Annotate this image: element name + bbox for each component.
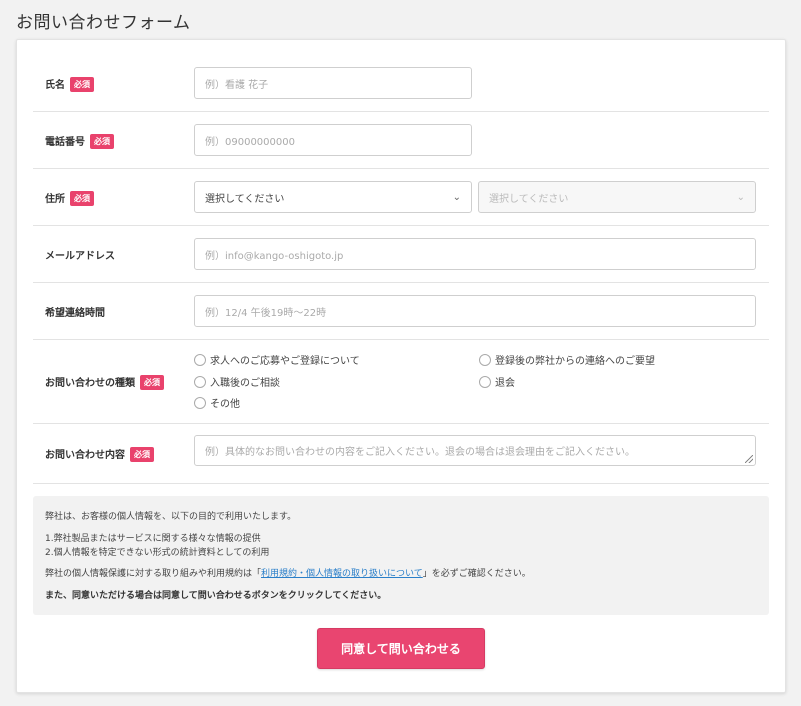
radio-circle[interactable] [479, 375, 491, 388]
radio-withdrawal[interactable]: 退会 [479, 374, 515, 389]
prefecture-select[interactable]: 選択してください ⌄ [194, 181, 472, 213]
radio-other[interactable]: その他 [194, 395, 240, 410]
radio-after-employment[interactable]: 入職後のご相談 [194, 374, 280, 389]
inquiry-type-label: お問い合わせの種類 必須 [45, 374, 164, 390]
contact-time-input[interactable]: 例）12/4 午後19時～22時 [194, 295, 756, 327]
agree-submit-button[interactable]: 同意して問い合わせる [317, 628, 485, 669]
privacy-purpose-1: 1.弊社製品またはサービスに関する様々な情報の提供 [45, 534, 261, 544]
chevron-down-icon: ⌄ [736, 191, 745, 203]
contact-form-card: 氏名 必須 例）看護 花子 電話番号 必須 例）09000000000 住所 必須 選… [16, 39, 786, 693]
page-title: お問い合わせフォーム [16, 13, 191, 33]
privacy-intro: 弊社は、お客様の個人情報を、以下の目的で利用いたします。 [45, 512, 297, 522]
inquiry-content-label: お問い合わせ内容 必須 [45, 446, 154, 462]
radio-circle[interactable] [194, 353, 206, 366]
radio-circle[interactable] [194, 375, 206, 388]
name-input[interactable]: 例）看護 花子 [194, 67, 472, 99]
required-badge: 必須 [90, 134, 114, 149]
phone-row: 電話番号 必須 例）09000000000 [33, 111, 769, 169]
radio-circle[interactable] [194, 396, 206, 409]
radio-application[interactable]: 求人へのご応募やご登録について [194, 352, 360, 367]
email-label: メールアドレス [45, 251, 115, 262]
phone-label: 電話番号 必須 [45, 133, 114, 149]
radio-contact-request[interactable]: 登録後の弊社からの連絡へのご要望 [479, 352, 655, 367]
email-row: メールアドレス 例）info@kango-oshigoto.jp [33, 225, 769, 283]
phone-input[interactable]: 例）09000000000 [194, 124, 472, 156]
chevron-down-icon: ⌄ [452, 191, 461, 203]
city-select[interactable]: 選択してください ⌄ [478, 181, 756, 213]
name-label: 氏名 必須 [45, 76, 94, 92]
required-badge: 必須 [70, 191, 94, 206]
name-row: 氏名 必須 例）看護 花子 [33, 54, 769, 112]
inquiry-content-row: お問い合わせ内容 必須 例）具体的なお問い合わせの内容をご記入ください。退会の場合… [33, 423, 769, 484]
contact-time-label: 希望連絡時間 [45, 308, 105, 319]
radio-circle[interactable] [479, 353, 491, 366]
resize-handle-icon[interactable] [745, 455, 753, 463]
required-badge: 必須 [140, 375, 164, 390]
email-input[interactable]: 例）info@kango-oshigoto.jp [194, 238, 756, 270]
privacy-notice: 弊社は、お客様の個人情報を、以下の目的で利用いたします。 1.弊社製品またはサー… [33, 496, 769, 615]
privacy-agree-note: また、同意いただける場合は同意して問い合わせるボタンをクリックしてください。 [45, 591, 387, 601]
terms-link[interactable]: 利用規約・個人情報の取り扱いについて [261, 569, 423, 579]
address-label: 住所 必須 [45, 190, 94, 206]
address-row: 住所 必須 選択してください ⌄ 選択してください ⌄ [33, 168, 769, 226]
contact-time-row: 希望連絡時間 例）12/4 午後19時～22時 [33, 282, 769, 340]
required-badge: 必須 [70, 77, 94, 92]
inquiry-type-row: お問い合わせの種類 必須 求人へのご応募やご登録について 登録後の弊社からの連絡へ… [33, 339, 769, 424]
privacy-purpose-2: 2.個人情報を特定できない形式の統計資料としての利用 [45, 548, 270, 558]
privacy-confirm: 弊社の個人情報保護に対する取り組みや利用規約は「利用規約・個人情報の取り扱いにつ… [45, 569, 531, 579]
required-badge: 必須 [130, 447, 154, 462]
inquiry-content-textarea[interactable]: 例）具体的なお問い合わせの内容をご記入ください。退会の場合は退会理由をご記入くだ… [194, 435, 756, 466]
